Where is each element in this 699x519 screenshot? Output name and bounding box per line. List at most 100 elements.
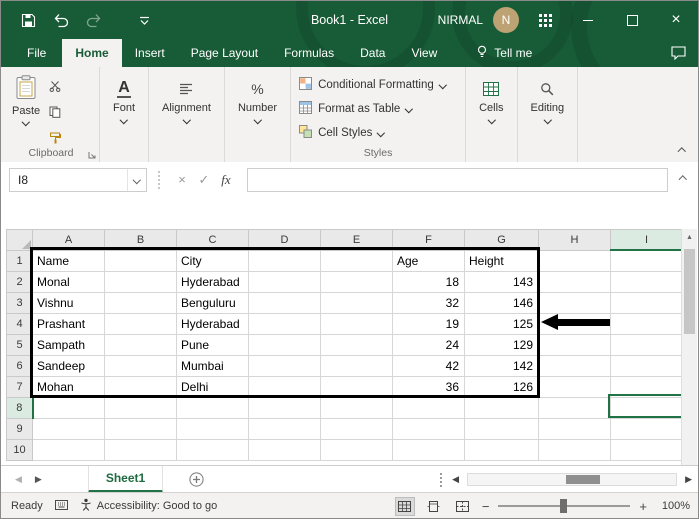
accessibility-status[interactable]: Accessibility: Good to go xyxy=(80,498,217,514)
col-header-A[interactable]: A xyxy=(33,230,105,251)
cell-D8[interactable] xyxy=(249,398,321,419)
cell-C5[interactable]: Pune xyxy=(177,335,249,356)
cell-E3[interactable] xyxy=(321,293,393,314)
cell-A3[interactable]: Vishnu xyxy=(33,293,105,314)
cell-C2[interactable]: Hyderabad xyxy=(177,272,249,293)
zoom-level[interactable]: 100% xyxy=(656,500,690,512)
format-as-table-button[interactable]: Format as Table xyxy=(299,97,465,120)
cell-D6[interactable] xyxy=(249,356,321,377)
cell-F10[interactable] xyxy=(393,440,465,461)
cell-G10[interactable] xyxy=(465,440,539,461)
cell-B6[interactable] xyxy=(105,356,177,377)
cut-icon[interactable] xyxy=(49,79,61,97)
cell-I2[interactable] xyxy=(611,272,683,293)
cell-E6[interactable] xyxy=(321,356,393,377)
tab-page-layout[interactable]: Page Layout xyxy=(178,39,271,67)
cell-styles-button[interactable]: Cell Styles xyxy=(299,121,465,144)
col-header-G[interactable]: G xyxy=(465,230,539,251)
vertical-scrollbar[interactable]: ▲ xyxy=(681,229,697,465)
cell-E9[interactable] xyxy=(321,419,393,440)
font-group-button[interactable]: A Font xyxy=(100,67,149,162)
sheet-tab-sheet1[interactable]: Sheet1 xyxy=(88,466,163,493)
cell-H3[interactable] xyxy=(539,293,611,314)
cell-F8[interactable] xyxy=(393,398,465,419)
cell-I7[interactable] xyxy=(611,377,683,398)
cell-G4[interactable]: 125 xyxy=(465,314,539,335)
cell-B5[interactable] xyxy=(105,335,177,356)
cell-A2[interactable]: Monal xyxy=(33,272,105,293)
col-header-H[interactable]: H xyxy=(539,230,611,251)
save-icon[interactable] xyxy=(21,13,36,28)
cell-E5[interactable] xyxy=(321,335,393,356)
cell-D9[interactable] xyxy=(249,419,321,440)
cell-C8[interactable] xyxy=(177,398,249,419)
cell-C4[interactable]: Hyderabad xyxy=(177,314,249,335)
cell-E10[interactable] xyxy=(321,440,393,461)
cells-group-button[interactable]: Cells xyxy=(466,67,517,162)
cell-A7[interactable]: Mohan xyxy=(33,377,105,398)
cell-C6[interactable]: Mumbai xyxy=(177,356,249,377)
undo-icon[interactable] xyxy=(53,13,69,28)
row-header-8[interactable]: 8 xyxy=(7,398,33,419)
conditional-formatting-button[interactable]: Conditional Formatting xyxy=(299,73,465,96)
number-group-button[interactable]: % Number xyxy=(225,67,291,162)
cell-D2[interactable] xyxy=(249,272,321,293)
cell-B3[interactable] xyxy=(105,293,177,314)
apps-grid-icon[interactable] xyxy=(539,14,552,27)
tab-home[interactable]: Home xyxy=(62,39,121,67)
cell-I3[interactable] xyxy=(611,293,683,314)
tab-data[interactable]: Data xyxy=(347,39,398,67)
cell-D3[interactable] xyxy=(249,293,321,314)
cell-C7[interactable]: Delhi xyxy=(177,377,249,398)
customize-quick-access-toolbar-icon[interactable] xyxy=(139,15,150,26)
paste-button[interactable]: Paste xyxy=(12,75,40,149)
cell-B8[interactable] xyxy=(105,398,177,419)
cell-G5[interactable]: 129 xyxy=(465,335,539,356)
cell-H7[interactable] xyxy=(539,377,611,398)
row-header-7[interactable]: 7 xyxy=(7,377,33,398)
cell-A10[interactable] xyxy=(33,440,105,461)
page-break-preview-button[interactable] xyxy=(453,497,473,516)
macro-record-icon[interactable] xyxy=(55,500,68,513)
cell-F9[interactable] xyxy=(393,419,465,440)
cell-I1[interactable] xyxy=(611,250,683,272)
comments-icon[interactable] xyxy=(671,39,686,67)
cell-C10[interactable] xyxy=(177,440,249,461)
cell-G6[interactable]: 142 xyxy=(465,356,539,377)
cell-D5[interactable] xyxy=(249,335,321,356)
cell-A4[interactable]: Prashant xyxy=(33,314,105,335)
cell-C3[interactable]: Benguluru xyxy=(177,293,249,314)
cell-H4[interactable] xyxy=(539,314,611,335)
tab-splitter-handle[interactable] xyxy=(440,473,444,487)
cell-H6[interactable] xyxy=(539,356,611,377)
cell-A8[interactable] xyxy=(33,398,105,419)
expand-formula-bar-icon[interactable] xyxy=(674,168,692,192)
cell-I6[interactable] xyxy=(611,356,683,377)
cell-I8-active[interactable] xyxy=(611,398,683,419)
cell-H1[interactable] xyxy=(539,250,611,272)
cell-B1[interactable] xyxy=(105,250,177,272)
col-header-F[interactable]: F xyxy=(393,230,465,251)
cell-G1[interactable]: Height xyxy=(465,250,539,272)
cell-G2[interactable]: 143 xyxy=(465,272,539,293)
zoom-slider-thumb[interactable] xyxy=(560,499,567,513)
copy-icon[interactable] xyxy=(49,105,61,123)
cell-C1[interactable]: City xyxy=(177,250,249,272)
close-button[interactable]: × xyxy=(654,1,698,39)
scroll-up-icon[interactable]: ▲ xyxy=(682,229,697,245)
scroll-left-icon[interactable]: ◀ xyxy=(452,474,459,485)
cell-F5[interactable]: 24 xyxy=(393,335,465,356)
col-header-I[interactable]: I xyxy=(611,230,683,251)
dialog-launcher-icon[interactable] xyxy=(88,151,96,159)
col-header-B[interactable]: B xyxy=(105,230,177,251)
formula-bar-divider[interactable] xyxy=(158,171,162,189)
cell-D10[interactable] xyxy=(249,440,321,461)
row-header-2[interactable]: 2 xyxy=(7,272,33,293)
account-name[interactable]: NIRMAL xyxy=(438,13,483,27)
prev-sheet-icon[interactable]: ◀ xyxy=(15,474,22,485)
scroll-right-icon[interactable]: ▶ xyxy=(685,474,692,485)
cell-B7[interactable] xyxy=(105,377,177,398)
row-header-6[interactable]: 6 xyxy=(7,356,33,377)
horizontal-scrollbar[interactable] xyxy=(467,473,677,486)
cell-E8[interactable] xyxy=(321,398,393,419)
